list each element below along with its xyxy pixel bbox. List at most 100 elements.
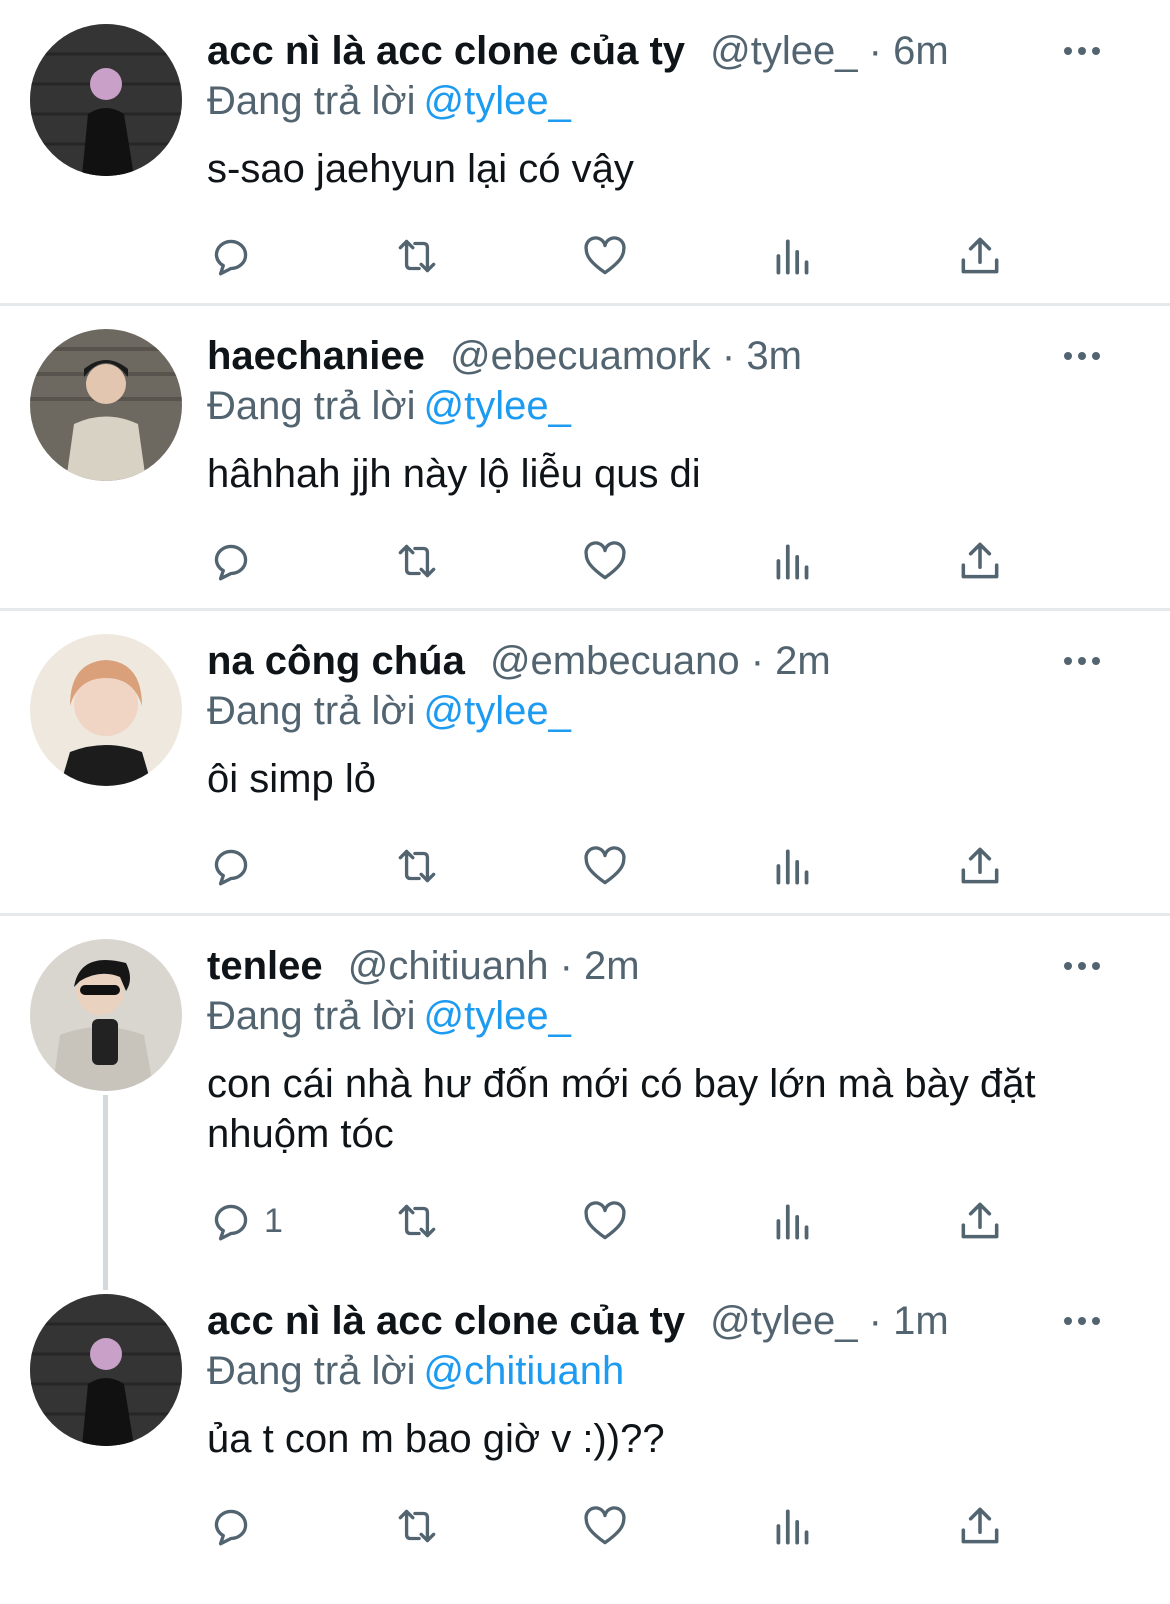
share-button[interactable] — [955, 1191, 1005, 1251]
retweet-button[interactable] — [392, 1191, 442, 1251]
handle-and-time: @tylee_ · 1m — [710, 1299, 949, 1343]
tweet-header: na công chúa @embecuano · 2m — [207, 635, 831, 687]
tweet-text: hâhhah jjh này lộ liễu qus di — [207, 452, 701, 496]
tweet-text: ủa t con m bao giờ v :))?? — [207, 1417, 665, 1461]
views-button[interactable] — [768, 836, 818, 896]
action-bar — [0, 531, 1170, 591]
handle-and-time: @chitiuanh · 2m — [348, 944, 640, 988]
display-name[interactable]: acc nì là acc clone của ty — [207, 29, 685, 73]
timestamp[interactable]: 2m — [584, 944, 640, 988]
meta-separator: · — [721, 334, 736, 378]
timestamp[interactable]: 1m — [893, 1299, 949, 1343]
meta-separator: · — [868, 1299, 882, 1343]
handle[interactable]: @tylee_ — [710, 1299, 857, 1343]
retweet-button[interactable] — [392, 836, 442, 896]
tweet-header: haechaniee @ebecuamork · 3m — [207, 330, 802, 382]
mention-link[interactable]: @tylee_ — [424, 689, 571, 733]
more-icon[interactable] — [1062, 651, 1102, 671]
reply-icon — [214, 849, 248, 886]
replying-to: Đang trả lời @tylee_ — [207, 381, 571, 431]
avatar[interactable] — [30, 1294, 182, 1446]
display-name[interactable]: na công chúa — [207, 639, 465, 683]
avatar-image — [30, 939, 182, 1091]
mention-link[interactable]: @tylee_ — [424, 384, 571, 428]
views-icon — [776, 544, 809, 580]
reply-icon — [214, 1509, 248, 1546]
replying-to-label: Đang trả lời — [207, 384, 416, 428]
reply-button[interactable] — [206, 1496, 264, 1556]
like-icon — [584, 1506, 626, 1545]
share-button[interactable] — [955, 836, 1005, 896]
action-bar — [0, 1496, 1170, 1556]
handle[interactable]: @ebecuamork — [450, 334, 711, 378]
views-icon — [776, 849, 809, 885]
handle-and-time: @embecuano · 2m — [490, 639, 831, 683]
meta-separator: · — [868, 29, 882, 73]
like-button[interactable] — [580, 1496, 630, 1556]
replying-to: Đang trả lời @chitiuanh — [207, 1346, 624, 1396]
tweet-header: acc nì là acc clone của ty @tylee_ · 1m — [207, 1295, 949, 1347]
retweet-icon — [398, 849, 436, 883]
avatar[interactable] — [30, 939, 182, 1091]
replying-to-label: Đang trả lời — [207, 689, 416, 733]
share-button[interactable] — [955, 531, 1005, 591]
timestamp[interactable]: 6m — [893, 29, 949, 73]
views-button[interactable] — [768, 531, 818, 591]
avatar[interactable] — [30, 24, 182, 176]
views-icon — [776, 1509, 809, 1545]
reply-icon — [214, 544, 248, 581]
display-name[interactable]: tenlee — [207, 944, 323, 988]
retweet-button[interactable] — [392, 1496, 442, 1556]
action-bar — [0, 836, 1170, 896]
like-button[interactable] — [580, 226, 630, 286]
tweet-header: acc nì là acc clone của ty @tylee_ · 6m — [207, 25, 949, 77]
more-icon[interactable] — [1062, 956, 1102, 976]
mention-link[interactable]: @chitiuanh — [424, 1349, 625, 1393]
reply-icon — [214, 1204, 248, 1241]
divider — [0, 303, 1170, 306]
replying-to: Đang trả lời @tylee_ — [207, 76, 571, 126]
action-bar: 1 — [0, 1191, 1170, 1251]
views-button[interactable] — [768, 226, 818, 286]
avatar-image — [30, 1294, 182, 1446]
replying-to-label: Đang trả lời — [207, 994, 416, 1038]
views-button[interactable] — [768, 1191, 818, 1251]
timestamp[interactable]: 2m — [775, 639, 831, 683]
share-icon — [961, 847, 999, 884]
more-icon[interactable] — [1062, 346, 1102, 366]
mention-link[interactable]: @tylee_ — [424, 994, 571, 1038]
like-button[interactable] — [580, 836, 630, 896]
like-button[interactable] — [580, 531, 630, 591]
views-button[interactable] — [768, 1496, 818, 1556]
replying-to-label: Đang trả lời — [207, 1349, 416, 1393]
share-button[interactable] — [955, 226, 1005, 286]
handle[interactable]: @embecuano — [490, 639, 740, 683]
reply-button[interactable] — [206, 226, 264, 286]
mention-link[interactable]: @tylee_ — [424, 79, 571, 123]
avatar[interactable] — [30, 634, 182, 786]
handle[interactable]: @chitiuanh — [348, 944, 549, 988]
tweet-text: con cái nhà hư đốn mới có bay lớn mà bày… — [207, 1062, 1036, 1156]
avatar-image — [30, 634, 182, 786]
timestamp[interactable]: 3m — [746, 334, 802, 378]
tweet-text: s-sao jaehyun lại có vậy — [207, 147, 634, 191]
avatar[interactable] — [30, 329, 182, 481]
retweet-button[interactable] — [392, 226, 442, 286]
share-button[interactable] — [955, 1496, 1005, 1556]
handle[interactable]: @tylee_ — [710, 29, 857, 73]
share-icon — [961, 237, 999, 274]
reply-button[interactable] — [206, 531, 264, 591]
retweet-icon — [398, 1204, 436, 1238]
reply-button[interactable] — [206, 836, 264, 896]
divider — [0, 913, 1170, 916]
display-name[interactable]: acc nì là acc clone của ty — [207, 1299, 685, 1343]
display-name[interactable]: haechaniee — [207, 334, 425, 378]
reply-button[interactable]: 1 — [206, 1191, 283, 1251]
more-icon[interactable] — [1062, 1311, 1102, 1331]
retweet-button[interactable] — [392, 531, 442, 591]
divider — [0, 608, 1170, 611]
like-button[interactable] — [580, 1191, 630, 1251]
replying-to: Đang trả lời @tylee_ — [207, 686, 571, 736]
meta-separator: · — [559, 944, 573, 988]
more-icon[interactable] — [1062, 41, 1102, 61]
